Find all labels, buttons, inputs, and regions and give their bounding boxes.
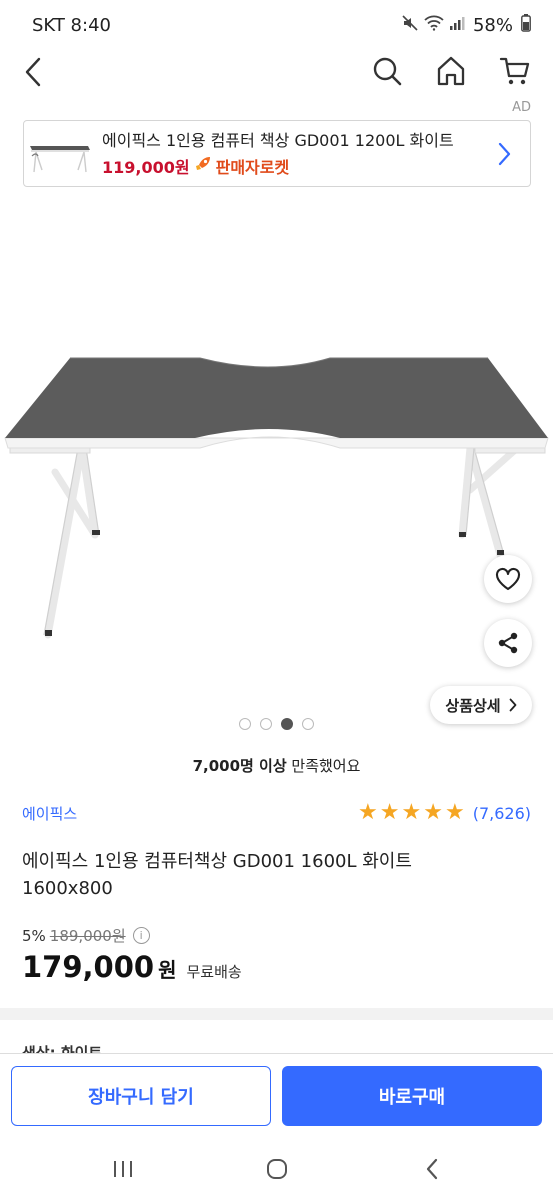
cart-button[interactable] [497,52,533,90]
original-price: 189,000원 [49,927,126,945]
satisfaction-text: 7,000명 이상 만족했어요 [0,755,553,776]
home-icon [437,56,465,86]
discount-row: 5% 189,000원 i [22,925,150,946]
top-nav [0,50,553,94]
system-nav-bar [0,1140,553,1200]
star-icon: ★ [401,800,422,825]
shipping-info: 무료배송 [186,963,242,981]
battery-percent: 58% [472,14,513,36]
price-row: 179,000 원 무료배송 [22,950,242,984]
mute-icon [401,14,419,36]
back-chevron-icon [426,1158,438,1180]
satisfaction-count: 7,000명 이상 [192,757,287,775]
pagination-dot[interactable] [239,718,251,730]
cart-icon [499,57,530,85]
add-to-cart-button[interactable]: 장바구니 담기 [11,1066,271,1126]
discount-rate: 5% [22,926,46,945]
product-title-line1: 에이픽스 1인용 컴퓨터책상 GD001 1600L 화이트 [22,851,412,872]
ad-title: 에이픽스 1인용 컴퓨터 책상 GD001 1200L 화이트 [102,130,454,150]
share-button[interactable] [484,619,532,667]
home-button[interactable] [433,52,469,90]
brand-link[interactable]: 에이픽스 [22,803,77,824]
sale-price: 179,000 [22,950,155,984]
review-count[interactable]: (7,626) [473,804,531,823]
ad-banner[interactable]: 에이픽스 1인용 컴퓨터 책상 GD001 1200L 화이트 119,000원… [23,120,531,187]
system-back-button[interactable] [412,1154,452,1184]
chevron-left-icon [25,57,41,87]
home-circle-icon [267,1159,287,1179]
price-unit: 원 [158,958,177,982]
star-icon: ★ [358,800,378,825]
share-icon [498,632,518,654]
ad-price: 119,000원 [102,157,190,177]
section-divider [0,1008,553,1020]
wifi-icon [424,15,444,35]
pagination-dot[interactable] [302,718,314,730]
recent-apps-icon [114,1161,132,1177]
pagination-dot-active[interactable] [281,718,293,730]
product-detail-label: 상품상세 [445,696,501,715]
pagination-dot[interactable] [260,718,272,730]
status-bar: SKT 8:40 58% [0,0,553,50]
recent-apps-button[interactable] [103,1154,143,1184]
rocket-icon [194,155,212,177]
product-title: 에이픽스 1인용 컴퓨터책상 GD001 1600L 화이트 1600x800 [22,848,531,902]
buy-now-button[interactable]: 바로구매 [282,1066,542,1126]
ad-thumbnail [28,130,92,178]
ad-chevron-right-icon [492,142,516,166]
star-icon: ★ [423,800,443,825]
product-title-line2: 1600x800 [22,878,113,899]
ad-label: AD [512,100,531,115]
battery-icon [521,13,531,37]
star-icon: ★ [444,800,465,825]
product-image[interactable] [0,350,553,650]
carrier-time: SKT 8:40 [32,14,111,36]
image-pagination [0,718,553,730]
star-icon: ★ [379,800,400,825]
chevron-right-icon [509,698,516,712]
satisfaction-suffix: 만족했어요 [286,757,361,775]
signal-icon [449,15,465,35]
back-button[interactable] [18,54,48,90]
bottom-action-bar: 장바구니 담기 바로구매 [0,1053,553,1140]
search-button[interactable] [369,52,405,90]
rating[interactable]: ★ ★ ★ ★ ★ (7,626) [358,802,531,824]
info-icon[interactable]: i [132,927,150,944]
search-icon [373,57,402,86]
wishlist-button[interactable] [484,555,532,603]
brand-rating-row: 에이픽스 ★ ★ ★ ★ ★ (7,626) [22,802,531,824]
heart-icon [495,567,521,591]
seller-rocket-badge: 판매자로켓 [215,157,290,177]
system-home-button[interactable] [257,1154,297,1184]
